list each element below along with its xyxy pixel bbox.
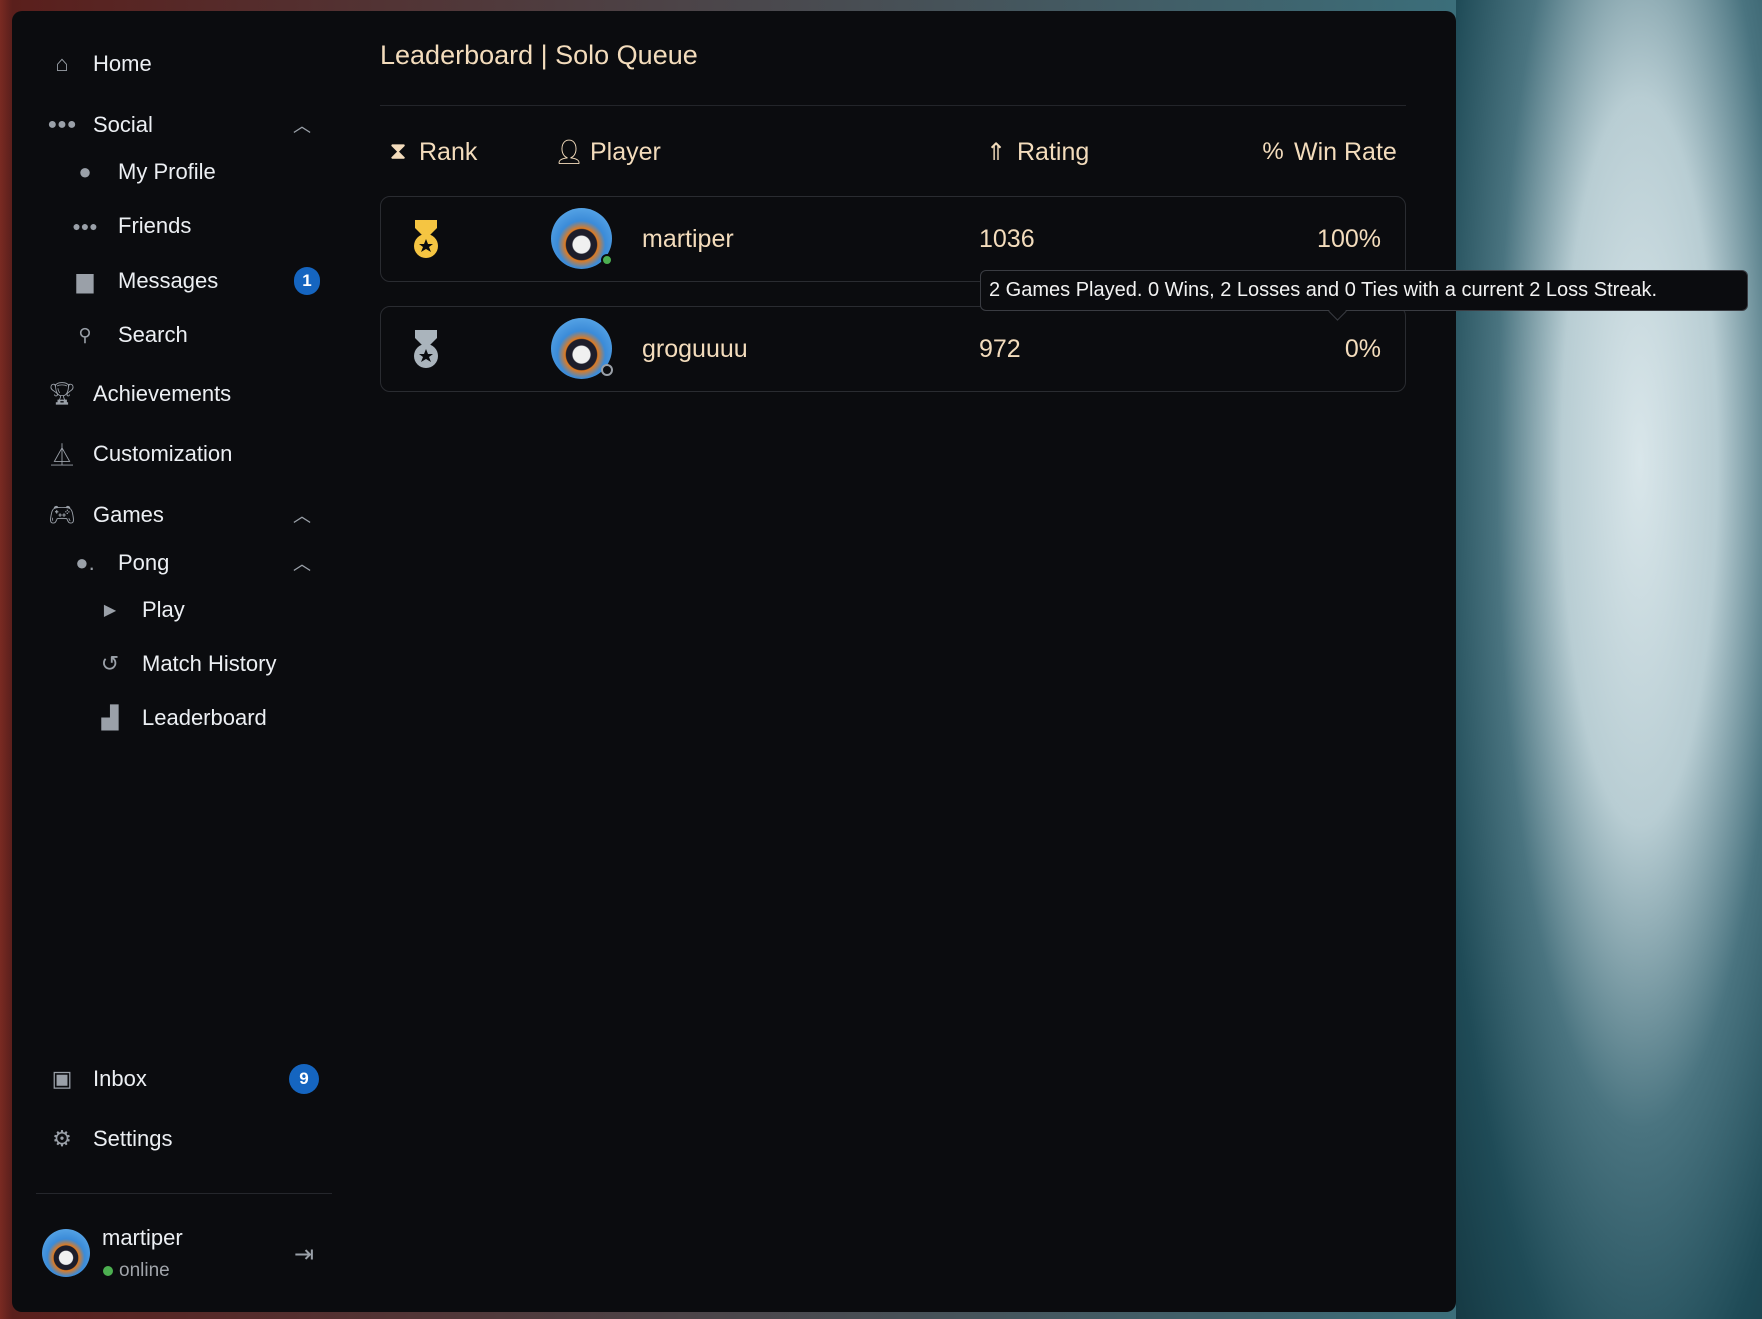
sidebar-divider bbox=[36, 1193, 332, 1194]
sidebar-item-friends[interactable]: ●●● Friends bbox=[72, 208, 191, 244]
percent-icon: % bbox=[1262, 138, 1284, 165]
sidebar-item-achievements[interactable]: 🏆︎ Achievements bbox=[48, 376, 231, 412]
sidebar-item-play[interactable]: ▶ Play bbox=[97, 592, 185, 628]
messages-badge: 1 bbox=[294, 267, 320, 295]
title-divider bbox=[380, 105, 1406, 106]
hanger-icon: ⏅ bbox=[50, 443, 73, 468]
chevron-up-icon[interactable]: ︿ bbox=[293, 502, 311, 528]
sidebar-item-messages[interactable]: ▆ Messages 1 bbox=[72, 263, 322, 299]
win-rate-value: 100% bbox=[1317, 224, 1381, 253]
column-header-win-rate[interactable]: % Win Rate bbox=[1258, 134, 1396, 170]
online-status-dot bbox=[601, 254, 613, 266]
play-icon: ▶ bbox=[103, 602, 117, 619]
rank-medal-gold-icon bbox=[411, 197, 441, 281]
sidebar-item-my-profile[interactable]: ● My Profile bbox=[72, 154, 215, 190]
logout-icon[interactable]: ⇥ bbox=[294, 1240, 314, 1269]
person-icon: 👤︎ bbox=[554, 138, 585, 166]
person-icon: ● bbox=[78, 159, 92, 184]
win-rate-tooltip: 2 Games Played. 0 Wins, 2 Losses and 0 T… bbox=[980, 270, 1748, 311]
chevron-up-icon[interactable]: ︿ bbox=[293, 112, 311, 138]
sidebar-item-pong[interactable]: ●. Pong ︿ bbox=[72, 545, 319, 581]
avatar[interactable] bbox=[42, 1229, 90, 1277]
sidebar-item-social[interactable]: ●●● Social ︿ bbox=[47, 107, 319, 143]
sidebar-item-match-history[interactable]: ↺ Match History bbox=[97, 646, 277, 682]
column-header-rank[interactable]: ⧗ Rank bbox=[383, 134, 478, 170]
player-name[interactable]: groguuuu bbox=[642, 307, 748, 391]
inbox-badge: 9 bbox=[289, 1064, 319, 1094]
home-icon: ⌂ bbox=[55, 51, 69, 76]
double-chevron-up-icon: ⇑ bbox=[985, 138, 1007, 166]
leaderboard-icon: ▟ bbox=[101, 705, 119, 730]
column-header-player[interactable]: 👤︎ Player bbox=[554, 134, 661, 170]
gear-icon: ⚙ bbox=[52, 1126, 72, 1151]
online-status-dot bbox=[103, 1266, 113, 1276]
rating-value: 1036 bbox=[979, 224, 1035, 253]
rank-medal-silver-icon bbox=[411, 307, 441, 391]
forum-icon: ▆ bbox=[76, 268, 94, 293]
person-search-icon: ⚲ bbox=[78, 324, 92, 345]
gamepad-icon: 🎮︎ bbox=[48, 502, 76, 527]
rating-value: 972 bbox=[979, 334, 1021, 363]
sidebar-item-home[interactable]: ⌂ Home bbox=[49, 46, 151, 82]
ping-pong-icon: ●. bbox=[75, 550, 95, 575]
medal-icon: ⧗ bbox=[389, 138, 407, 165]
page-title: Leaderboard | Solo Queue bbox=[380, 40, 698, 70]
column-header-rating[interactable]: ⇑ Rating bbox=[981, 134, 1089, 170]
sidebar-item-leaderboard[interactable]: ▟ Leaderboard bbox=[97, 700, 267, 736]
trophy-icon: 🏆︎ bbox=[48, 381, 76, 406]
background-image bbox=[1456, 0, 1762, 1319]
sidebar-item-inbox[interactable]: ▣ Inbox 9 bbox=[49, 1061, 324, 1097]
user-name: martiper bbox=[102, 1225, 183, 1250]
chevron-up-icon[interactable]: ︿ bbox=[293, 550, 311, 576]
group-icon: ●●● bbox=[72, 218, 98, 234]
group-icon: ●●● bbox=[47, 116, 77, 133]
sidebar-item-customization[interactable]: ⏅ Customization bbox=[49, 436, 232, 472]
player-name[interactable]: martiper bbox=[642, 197, 734, 281]
win-rate-value[interactable]: 0% bbox=[1345, 307, 1381, 391]
table-row[interactable]: groguuuu 972 0% bbox=[380, 306, 1406, 392]
inbox-icon: ▣ bbox=[51, 1066, 73, 1091]
sidebar-item-settings[interactable]: ⚙ Settings bbox=[49, 1121, 172, 1157]
offline-status-dot bbox=[601, 364, 613, 376]
user-status: online bbox=[119, 1260, 170, 1281]
history-icon: ↺ bbox=[100, 651, 120, 676]
sidebar-item-search[interactable]: ⚲ Search bbox=[72, 317, 187, 353]
sidebar-item-games[interactable]: 🎮︎ Games ︿ bbox=[48, 497, 319, 533]
